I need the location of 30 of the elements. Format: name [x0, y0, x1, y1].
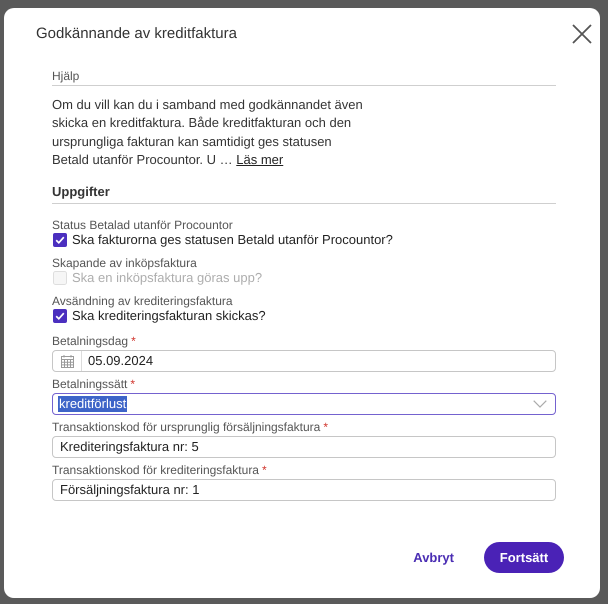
task-group-label: Avsändning av krediteringsfaktura [52, 294, 233, 308]
required-mark: * [131, 334, 136, 348]
text-field[interactable]: Försäljningsfaktura nr: 1 [52, 479, 556, 502]
cancel-button[interactable]: Avbryt [407, 544, 460, 571]
field-label: Betalningsdag [52, 334, 128, 348]
text-field[interactable]: Krediteringsfaktura nr: 5 [52, 436, 556, 458]
read-more-link[interactable]: Läs mer [236, 152, 284, 167]
dialog-title: Godkännande av kreditfaktura [36, 25, 237, 43]
required-mark: * [130, 377, 136, 392]
calendar-icon [60, 354, 74, 368]
field-label: Betalningssätt [52, 377, 128, 392]
checkbox-label[interactable]: Ska fakturorna ges statusen Betald utanför Procountor? [72, 232, 393, 248]
help-heading: Hjälp [52, 69, 556, 86]
continue-button[interactable]: Fortsätt [484, 542, 564, 573]
checkbox[interactable] [53, 309, 67, 324]
required-mark: * [262, 463, 267, 478]
tasks-heading: Uppgifter [52, 183, 556, 204]
date-field[interactable]: 05.09.2024 [52, 350, 556, 372]
help-text: Om du vill kan du i samband med godkännandet även skicka en kreditfaktura. Både kreditfakturan och den ursprungliga fakturan kan samtidigt ges statusen Betald utanför Procountor. U … Läs mer [52, 96, 364, 169]
task-group-label: Status Betalad utanför Procountor [52, 218, 233, 232]
field-label: Transaktionskod för ursprunglig försäljningsfaktura [52, 420, 320, 434]
close-icon[interactable] [572, 24, 592, 44]
required-mark: * [323, 420, 328, 434]
chevron-down-icon [533, 400, 547, 408]
task-group-label: Skapande av inköpsfaktura [52, 256, 197, 270]
checkbox[interactable] [53, 233, 67, 248]
selected-text: kreditförlust [58, 396, 128, 412]
payment-method-select[interactable]: kreditförlust [52, 393, 556, 416]
field-label: Transaktionskod för krediteringsfaktura [52, 463, 259, 478]
checkbox-label[interactable]: Ska krediteringsfakturan skickas? [72, 308, 266, 324]
